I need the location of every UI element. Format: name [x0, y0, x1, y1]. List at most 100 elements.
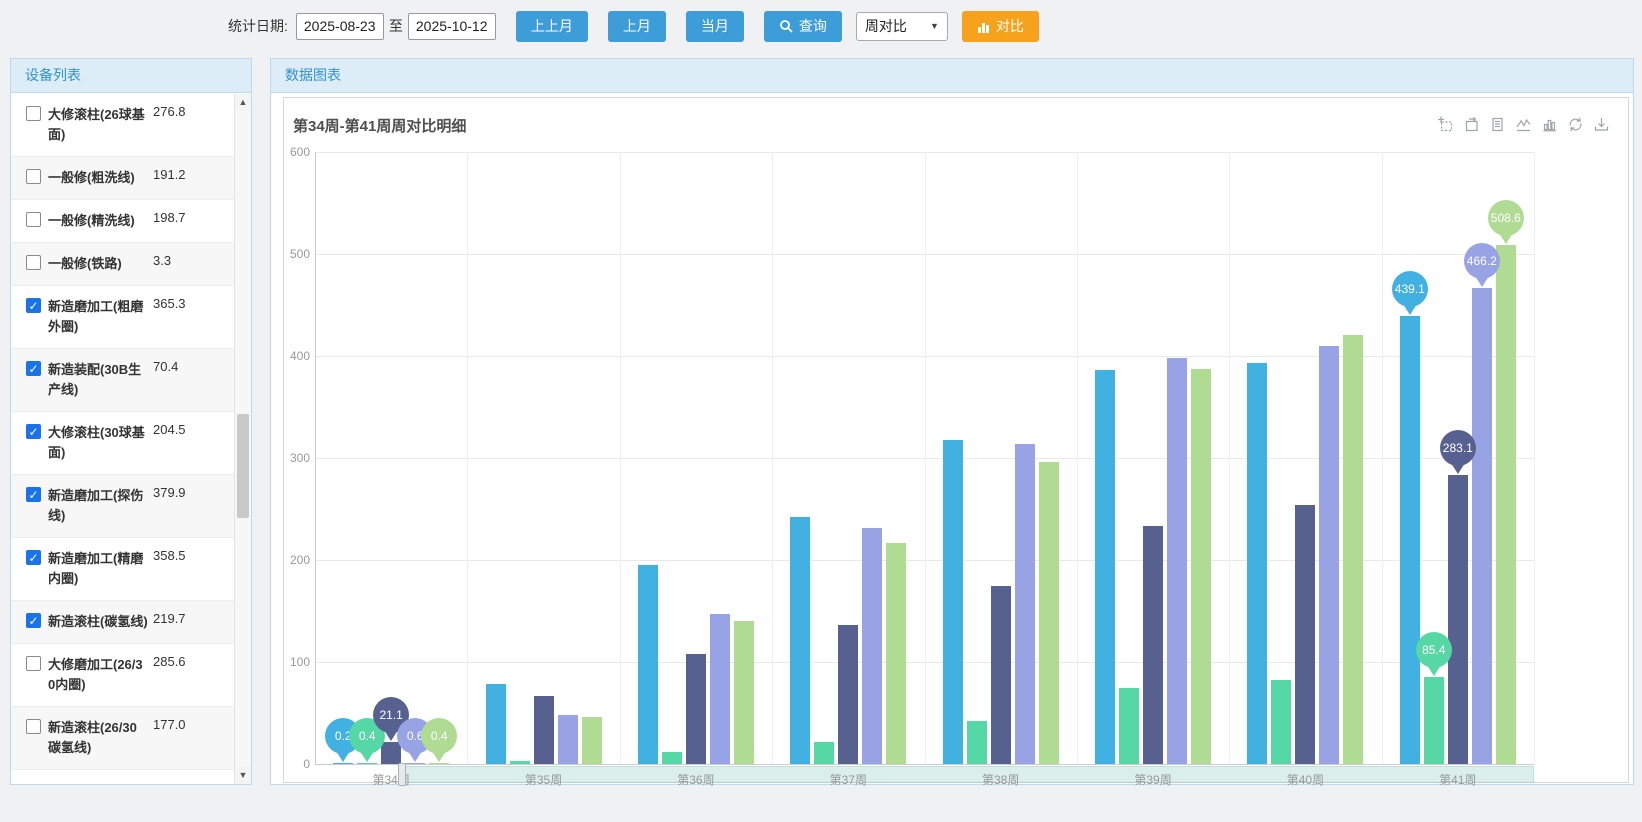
top-toolbar: 统计日期: 至 上上月 上月 当月 查询 周对比 ▼ 对比	[228, 9, 1039, 43]
chart-bar[interactable]	[838, 625, 858, 764]
list-item[interactable]: ✓大修滚柱(30球基面)204.5	[11, 412, 234, 475]
chart-bar[interactable]	[381, 742, 401, 764]
chart-bar[interactable]	[943, 440, 963, 764]
date-to-input[interactable]	[408, 13, 496, 40]
list-item[interactable]: 大修磨加工(26/30内圈)285.6	[11, 644, 234, 707]
y-axis-line	[315, 152, 316, 764]
chart-bar[interactable]	[429, 763, 449, 764]
chart-bar[interactable]	[1119, 688, 1139, 765]
list-item[interactable]: ✓新造磨加工(探伤线)379.9	[11, 475, 234, 538]
chart-bar[interactable]	[1247, 363, 1267, 764]
chart-bar[interactable]	[1015, 444, 1035, 764]
item-checkbox[interactable]	[26, 255, 41, 270]
scroll-down-icon[interactable]: ▼	[235, 767, 251, 784]
value-pin-label: 283.1	[1440, 430, 1476, 466]
chart-bar[interactable]	[991, 586, 1011, 765]
date-from-input[interactable]	[296, 13, 384, 40]
chart-bar[interactable]	[1424, 677, 1444, 764]
chart-bar[interactable]	[886, 543, 906, 764]
scrollbar-thumb[interactable]	[237, 414, 249, 518]
item-checkbox[interactable]	[26, 169, 41, 184]
chart-bar[interactable]	[1143, 526, 1163, 764]
item-checkbox[interactable]	[26, 212, 41, 227]
list-item[interactable]: ✓新造装配(30B生产线)70.4	[11, 349, 234, 412]
current-month-button[interactable]: 当月	[686, 11, 744, 42]
chart-bar[interactable]	[967, 721, 987, 764]
y-axis-tick-label: 500	[284, 247, 310, 261]
bar-chart-icon[interactable]	[1541, 116, 1558, 133]
list-item[interactable]: ✓新造滚柱(碳氢线)219.7	[11, 601, 234, 644]
chart-bar[interactable]	[1319, 346, 1339, 764]
x-axis-tick-label: 第39周	[1123, 771, 1183, 788]
data-view-icon[interactable]	[1489, 116, 1506, 133]
item-value: 219.7	[153, 611, 186, 626]
item-checkbox[interactable]: ✓	[26, 361, 41, 376]
pin-tail	[432, 751, 446, 762]
prev-month-button[interactable]: 上月	[608, 11, 666, 42]
chart-bar[interactable]	[814, 742, 834, 764]
item-checkbox[interactable]	[26, 106, 41, 121]
grid-line-vertical	[1077, 152, 1078, 764]
item-checkbox[interactable]: ✓	[26, 487, 41, 502]
query-button[interactable]: 查询	[764, 11, 842, 42]
chart-bar[interactable]	[638, 565, 658, 764]
list-item[interactable]: 大修滚柱(26球基面)276.8	[11, 94, 234, 157]
item-checkbox[interactable]: ✓	[26, 613, 41, 628]
chart-bar[interactable]	[405, 763, 425, 764]
chart-bar[interactable]	[1400, 316, 1420, 764]
item-checkbox[interactable]: ✓	[26, 550, 41, 565]
item-label: 一般修(粗洗线)	[48, 168, 148, 188]
zoom-reset-icon[interactable]	[1463, 116, 1480, 133]
chart-bar[interactable]	[486, 684, 506, 764]
list-item[interactable]: 一般修(精洗线)198.7	[11, 200, 234, 243]
chart-bar[interactable]	[1191, 369, 1211, 764]
item-label: 新造磨加工(粗磨外圈)	[48, 297, 148, 337]
equipment-panel-title: 设备列表	[11, 59, 251, 93]
item-checkbox[interactable]	[26, 656, 41, 671]
item-value: 285.6	[153, 654, 186, 669]
chart-bar[interactable]	[1448, 475, 1468, 764]
chart-bar[interactable]	[862, 528, 882, 764]
chart-bar[interactable]	[790, 517, 810, 764]
chart-bar[interactable]	[357, 763, 377, 764]
item-label: 大修滚柱(26球基面)	[48, 105, 148, 145]
datazoom-left-handle[interactable]	[398, 763, 406, 786]
chart-bar[interactable]	[558, 715, 578, 764]
chart-bar[interactable]	[1295, 505, 1315, 764]
chart-bar[interactable]	[1271, 680, 1291, 764]
item-checkbox[interactable]	[26, 719, 41, 734]
download-icon[interactable]	[1593, 116, 1610, 133]
chart-bar[interactable]	[534, 696, 554, 764]
scroll-up-icon[interactable]: ▲	[235, 94, 251, 111]
chart-bar[interactable]	[582, 717, 602, 764]
pin-value: 0.4	[431, 729, 448, 743]
chart-bar[interactable]	[1039, 462, 1059, 764]
chart-bar[interactable]	[734, 621, 754, 764]
item-checkbox[interactable]: ✓	[26, 424, 41, 439]
chart-bar[interactable]	[510, 761, 530, 764]
compare-button[interactable]: 对比	[962, 11, 1039, 42]
x-axis-tick-label: 第40周	[1275, 771, 1335, 788]
list-item[interactable]: ✓新造磨加工(粗磨外圈)365.3	[11, 286, 234, 349]
line-chart-icon[interactable]	[1515, 116, 1532, 133]
chart-bar[interactable]	[686, 654, 706, 764]
chart-bar[interactable]	[1095, 370, 1115, 764]
prev-prev-month-button[interactable]: 上上月	[516, 11, 588, 42]
chart-bar[interactable]	[1472, 288, 1492, 764]
chart-bar[interactable]	[662, 752, 682, 764]
sidebar-scrollbar[interactable]: ▲ ▼	[234, 94, 251, 784]
list-item[interactable]: 新造滚柱(26/30碳氢线)177.0	[11, 707, 234, 770]
date-to-separator: 至	[389, 16, 403, 36]
item-checkbox[interactable]: ✓	[26, 298, 41, 313]
list-item[interactable]: 一般修(粗洗线)191.2	[11, 157, 234, 200]
chart-bar[interactable]	[333, 763, 353, 764]
period-compare-select[interactable]: 周对比 ▼	[856, 12, 948, 41]
chart-bar[interactable]	[1343, 335, 1363, 764]
zoom-select-icon[interactable]	[1437, 116, 1454, 133]
restore-icon[interactable]	[1567, 116, 1584, 133]
chart-bar[interactable]	[1496, 245, 1516, 764]
list-item[interactable]: 一般修(铁路)3.3	[11, 243, 234, 286]
list-item[interactable]: ✓新造磨加工(精磨内圈)358.5	[11, 538, 234, 601]
chart-bar[interactable]	[710, 614, 730, 764]
chart-bar[interactable]	[1167, 358, 1187, 764]
